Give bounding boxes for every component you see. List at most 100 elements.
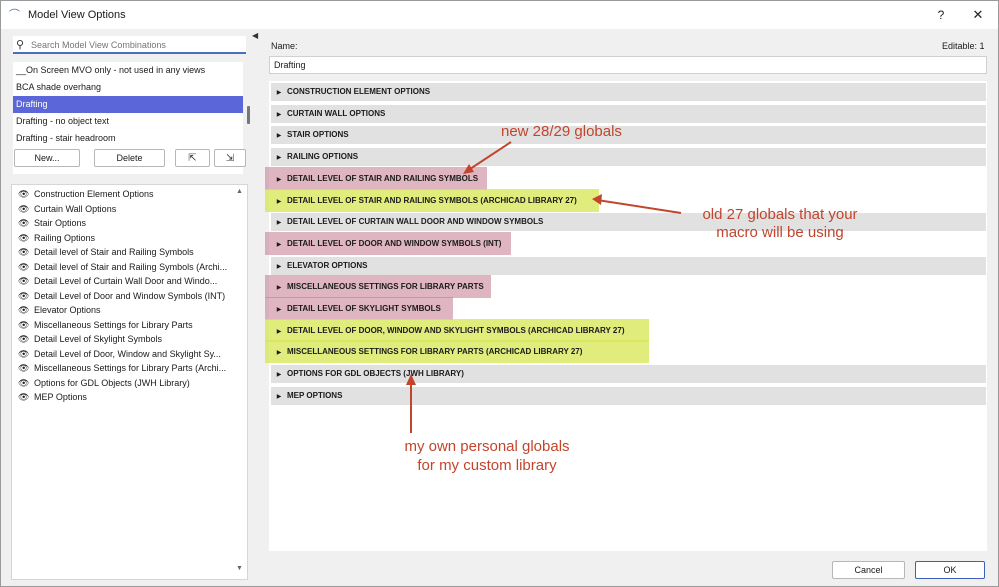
search-input[interactable] bbox=[31, 38, 241, 52]
expand-triangle-icon[interactable]: ▶ bbox=[273, 323, 285, 341]
cancel-button[interactable]: Cancel bbox=[832, 561, 905, 579]
expand-triangle-icon[interactable]: ▶ bbox=[273, 84, 285, 102]
eye-icon[interactable]: 👁 bbox=[18, 361, 30, 375]
window-title: Model View Options bbox=[28, 9, 126, 21]
collapse-panel-arrow-icon[interactable]: ◀ bbox=[252, 31, 258, 40]
expand-triangle-icon[interactable]: ▶ bbox=[273, 214, 285, 232]
section-header[interactable]: ▶ CURTAIN WALL OPTIONS bbox=[271, 104, 986, 124]
option-set-item[interactable]: 👁 Railing Options bbox=[18, 231, 95, 245]
eye-icon[interactable]: 👁 bbox=[18, 347, 30, 361]
combination-item[interactable]: BCA shade overhang bbox=[13, 79, 243, 96]
title-bar: ⌒ Model View Options ? ✕ bbox=[1, 1, 998, 29]
section-header[interactable]: ▶ OPTIONS FOR GDL OBJECTS (JWH LIBRARY) bbox=[271, 365, 986, 384]
delete-button[interactable]: Delete bbox=[94, 149, 165, 167]
import-button[interactable]: ⇱ bbox=[175, 149, 210, 167]
section-label: RAILING OPTIONS bbox=[287, 152, 359, 162]
section-header[interactable]: ▶ ELEVATOR OPTIONS bbox=[271, 256, 986, 276]
option-set-item[interactable]: 👁 Miscellaneous Settings for Library Part… bbox=[18, 361, 226, 375]
option-set-item[interactable]: 👁 Detail level of Stair and Railing Symbo… bbox=[18, 260, 227, 274]
section-header[interactable]: ▶ STAIR OPTIONS bbox=[271, 126, 986, 145]
option-set-item[interactable]: 👁 Detail Level of Door, Window and Skylig… bbox=[18, 347, 221, 361]
option-set-item[interactable]: 👁 Detail Level of Door and Window Symbols… bbox=[18, 289, 225, 303]
name-label: Name: bbox=[271, 41, 298, 51]
new-button[interactable]: New... bbox=[14, 149, 80, 167]
section-header[interactable]: ▶ CONSTRUCTION ELEMENT OPTIONS bbox=[271, 83, 986, 101]
option-set-item[interactable]: 👁 Detail Level of Curtain Wall Door and W… bbox=[18, 274, 217, 288]
expand-triangle-icon[interactable]: ▶ bbox=[273, 279, 285, 297]
option-set-item[interactable]: 👁 Detail level of Stair and Railing Symbo… bbox=[18, 245, 194, 259]
combination-item[interactable]: Drafting - no object text bbox=[13, 113, 243, 130]
expand-triangle-icon[interactable]: ▶ bbox=[273, 344, 285, 362]
option-set-label: Detail Level of Skylight Symbols bbox=[34, 334, 163, 344]
eye-icon[interactable]: 👁 bbox=[18, 303, 30, 317]
section-label: ELEVATOR OPTIONS bbox=[287, 260, 368, 270]
annotation-personal-line1: my own personal globals bbox=[404, 438, 570, 455]
section-header[interactable]: ▶ MEP OPTIONS bbox=[271, 386, 986, 406]
section-header[interactable]: ▶ DETAIL LEVEL OF DOOR, WINDOW AND SKYLIG… bbox=[271, 322, 986, 340]
option-set-item[interactable]: 👁 Elevator Options bbox=[18, 303, 101, 317]
section-header[interactable]: ▶ DETAIL LEVEL OF SKYLIGHT SYMBOLS bbox=[271, 300, 986, 318]
eye-icon[interactable]: 👁 bbox=[18, 231, 30, 245]
section-label: MISCELLANEOUS SETTINGS FOR LIBRARY PARTS bbox=[287, 282, 484, 292]
scroll-up-arrow-icon[interactable]: ▲ bbox=[236, 188, 243, 195]
section-label: DETAIL LEVEL OF SKYLIGHT SYMBOLS bbox=[287, 304, 441, 313]
model-view-options-dialog: ⌒ Model View Options ? ✕ ⚲ __On Screen M… bbox=[0, 0, 999, 587]
section-header[interactable]: ▶ DETAIL LEVEL OF STAIR AND RAILING SYMBO… bbox=[271, 170, 986, 188]
combination-item[interactable]: Drafting bbox=[13, 96, 243, 113]
option-set-item[interactable]: 👁 Construction Element Options bbox=[18, 187, 154, 201]
expand-triangle-icon[interactable]: ▶ bbox=[273, 106, 285, 124]
expand-triangle-icon[interactable]: ▶ bbox=[273, 193, 285, 211]
expand-triangle-icon[interactable]: ▶ bbox=[273, 258, 285, 276]
expand-triangle-icon[interactable]: ▶ bbox=[273, 127, 285, 145]
eye-icon[interactable]: 👁 bbox=[18, 390, 30, 404]
eye-icon[interactable]: 👁 bbox=[18, 289, 30, 303]
combination-list-scrollbar[interactable] bbox=[247, 106, 250, 124]
search-icon: ⚲ bbox=[16, 39, 25, 51]
close-button[interactable]: ✕ bbox=[967, 5, 989, 25]
option-set-label: Miscellaneous Settings for Library Parts bbox=[34, 319, 193, 330]
expand-triangle-icon[interactable]: ▶ bbox=[273, 171, 285, 189]
eye-icon[interactable]: 👁 bbox=[18, 376, 30, 390]
export-button[interactable]: ⇲ bbox=[214, 149, 246, 167]
expand-triangle-icon[interactable]: ▶ bbox=[273, 301, 285, 319]
expand-triangle-icon[interactable]: ▶ bbox=[273, 366, 285, 384]
eye-icon[interactable]: 👁 bbox=[18, 274, 30, 288]
option-set-item[interactable]: 👁 Miscellaneous Settings for Library Part… bbox=[18, 318, 193, 332]
option-set-label: Detail Level of Door, Window and Skyligh… bbox=[34, 348, 221, 359]
help-button[interactable]: ? bbox=[931, 5, 951, 25]
eye-icon[interactable]: 👁 bbox=[18, 332, 30, 346]
option-set-item[interactable]: 👁 Detail Level of Skylight Symbols bbox=[18, 332, 162, 346]
expand-triangle-icon[interactable]: ▶ bbox=[273, 388, 285, 406]
eye-icon[interactable]: 👁 bbox=[18, 245, 30, 259]
eye-icon[interactable]: 👁 bbox=[18, 202, 30, 216]
expand-triangle-icon[interactable]: ▶ bbox=[273, 236, 285, 254]
option-set-label: Detail level of Stair and Railing Symbol… bbox=[34, 261, 228, 272]
option-set-item[interactable]: 👁 Stair Options bbox=[18, 216, 86, 230]
section-label: MISCELLANEOUS SETTINGS FOR LIBRARY PARTS… bbox=[287, 347, 583, 357]
eye-icon[interactable]: 👁 bbox=[18, 260, 30, 274]
eye-icon[interactable]: 👁 bbox=[18, 187, 30, 201]
option-set-item[interactable]: 👁 Curtain Wall Options bbox=[18, 202, 116, 216]
option-set-label: Detail level of Stair and Railing Symbol… bbox=[34, 247, 194, 257]
scroll-down-arrow-icon[interactable]: ▼ bbox=[236, 565, 243, 572]
combination-item[interactable]: Drafting - stair headroom bbox=[13, 130, 243, 147]
option-set-item[interactable]: 👁 Options for GDL Objects (JWH Library) bbox=[18, 376, 190, 390]
section-label: CONSTRUCTION ELEMENT OPTIONS bbox=[287, 87, 431, 96]
option-sets-list: ▲ ▼ 👁 Construction Element Options 👁 Curtai… bbox=[11, 184, 248, 580]
eye-icon[interactable]: 👁 bbox=[18, 318, 30, 332]
section-header[interactable]: ▶ MISCELLANEOUS SETTINGS FOR LIBRARY PART… bbox=[271, 343, 986, 361]
annotation-personal-line2: for my custom library bbox=[417, 457, 557, 474]
section-header[interactable]: ▶ RAILING OPTIONS bbox=[271, 148, 986, 167]
archicad-app-icon: ⌒ bbox=[9, 9, 20, 21]
export-icon: ⇲ bbox=[225, 153, 235, 164]
ok-button[interactable]: OK bbox=[915, 561, 985, 579]
name-field[interactable]: Drafting bbox=[269, 56, 987, 74]
eye-icon[interactable]: 👁 bbox=[18, 216, 30, 230]
search-box[interactable]: ⚲ bbox=[13, 36, 246, 54]
section-label: CURTAIN WALL OPTIONS bbox=[287, 108, 386, 118]
option-set-item[interactable]: 👁 MEP Options bbox=[18, 390, 87, 404]
option-set-label: Detail Level of Door and Window Symbols … bbox=[34, 290, 226, 301]
expand-triangle-icon[interactable]: ▶ bbox=[273, 149, 285, 167]
section-header[interactable]: ▶ MISCELLANEOUS SETTINGS FOR LIBRARY PART… bbox=[271, 278, 986, 296]
combination-item[interactable]: __On Screen MVO only - not used in any v… bbox=[13, 62, 243, 79]
